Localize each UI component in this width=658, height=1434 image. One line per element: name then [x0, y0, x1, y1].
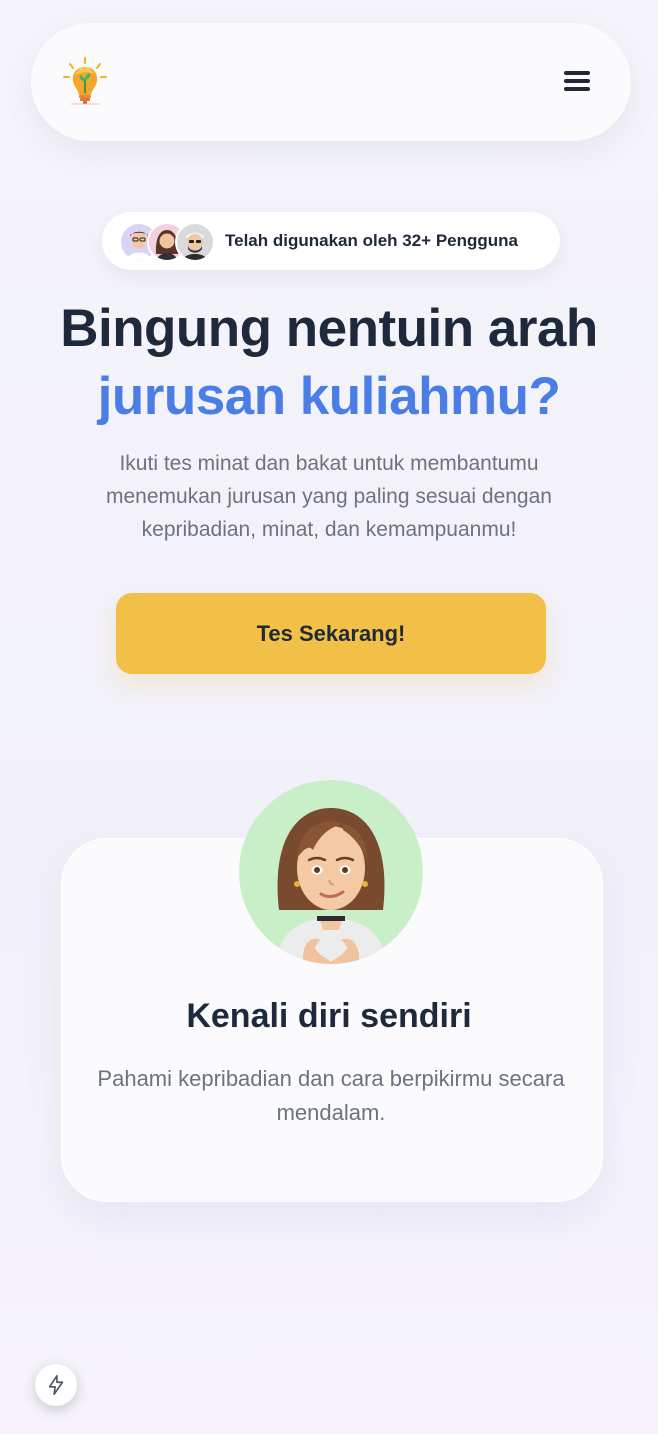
user-avatar-3 [175, 222, 215, 262]
lightbulb-logo-icon[interactable] [59, 55, 111, 107]
hero-title-line1: Bingung nentuin arah [60, 299, 598, 358]
start-test-button[interactable]: Tes Sekarang! [116, 593, 546, 674]
users-count-text: Telah digunakan oleh 32+ Pengguna [225, 231, 518, 250]
hero-description: Ikuti tes minat dan bakat untuk membantu… [106, 452, 552, 541]
lightning-bolt-icon[interactable] [35, 1364, 77, 1406]
users-badge: Telah digunakan oleh 32+ Pengguna [102, 212, 560, 270]
hero-title-highlight: jurusan kuliahmu? [97, 367, 561, 426]
hamburger-menu-icon[interactable] [563, 67, 593, 95]
feature-card-description: Pahami kepribadian dan cara berpikirmu s… [97, 1066, 565, 1125]
memoji-avatar [239, 780, 423, 964]
navbar [31, 23, 631, 141]
landing-page: Telah digunakan oleh 32+ Pengguna Bingun… [0, 0, 658, 1434]
feature-card-title: Kenali diri sendiri [186, 997, 472, 1035]
